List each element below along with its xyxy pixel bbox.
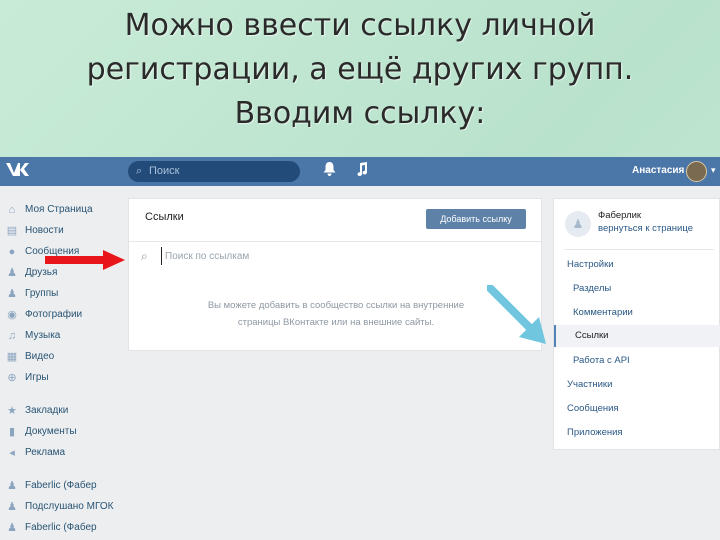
bell-icon[interactable] bbox=[323, 162, 336, 179]
divider bbox=[564, 249, 714, 250]
empty-state-line-1: Вы можете добавить в сообщество ссылки н… bbox=[207, 300, 465, 311]
sidebar-item-label: Документы bbox=[25, 426, 77, 437]
menu-item-sections[interactable]: Разделы bbox=[573, 283, 611, 294]
sidebar-item-community-3[interactable]: ♟ Faberlic (Фабер bbox=[0, 517, 120, 538]
menu-item-members[interactable]: Участники bbox=[567, 379, 612, 390]
community-header: ♟ Фаберлик вернуться к странице bbox=[554, 199, 720, 249]
groups-icon: ♟ bbox=[565, 211, 591, 237]
vk-screenshot: ⌕ Поиск Анастасия ▾ ⌂ Моя Страница ▤ Новос… bbox=[0, 157, 720, 540]
video-icon: ▦ bbox=[6, 351, 18, 363]
menu-item-links[interactable]: Ссылки bbox=[554, 325, 720, 347]
sidebar-item-my-page[interactable]: ⌂ Моя Страница bbox=[0, 199, 120, 220]
sidebar-item-label: Игры bbox=[25, 372, 49, 383]
groups-icon: ♟ bbox=[7, 288, 17, 300]
sidebar-item-music[interactable]: ♫ Музыка bbox=[0, 325, 120, 346]
groups-icon: ♟ bbox=[7, 522, 17, 534]
sidebar-item-label: Музыка bbox=[25, 330, 61, 341]
home-icon: ⌂ bbox=[8, 203, 16, 216]
search-placeholder: Поиск bbox=[149, 165, 180, 177]
news-icon: ▤ bbox=[6, 225, 18, 237]
person-icon: ♟ bbox=[7, 267, 17, 279]
groups-icon: ♟ bbox=[7, 501, 17, 513]
slide-title-line-2: регистрации, а ещё других групп. bbox=[86, 52, 634, 87]
slide-title: Можно ввести ссылку личной регистрации, … bbox=[0, 4, 720, 136]
sidebar-item-label: Faberlic (Фабер bbox=[25, 522, 97, 533]
back-to-page-link[interactable]: вернуться к странице bbox=[598, 223, 693, 234]
document-icon: ▮ bbox=[8, 426, 16, 438]
slide-title-line-1: Можно ввести ссылку личной bbox=[124, 8, 596, 43]
groups-icon: ♟ bbox=[7, 480, 17, 492]
sidebar-item-bookmarks[interactable]: ★ Закладки bbox=[0, 400, 120, 421]
sidebar-item-video[interactable]: ▦ Видео bbox=[0, 346, 120, 367]
search-input[interactable]: ⌕ Поиск bbox=[128, 161, 300, 182]
settings-panel: ♟ Фаберлик вернуться к странице Настройк… bbox=[553, 198, 720, 450]
music-icon[interactable] bbox=[356, 162, 368, 179]
search-icon: ⌕ bbox=[141, 249, 148, 263]
sidebar-item-games[interactable]: ⊕ Игры bbox=[0, 367, 120, 388]
menu-item-api[interactable]: Работа с API bbox=[573, 355, 630, 366]
community-name[interactable]: Фаберлик bbox=[598, 210, 641, 221]
sidebar-item-label: Закладки bbox=[25, 405, 69, 416]
add-link-button[interactable]: Добавить ссылку bbox=[426, 209, 526, 229]
menu-item-comments[interactable]: Комментарии bbox=[573, 307, 633, 318]
slide-title-line-3: Вводим ссылку: bbox=[234, 96, 486, 131]
sidebar-item-ads[interactable]: ◂ Реклама bbox=[0, 442, 120, 463]
sidebar-item-photos[interactable]: ◉ Фотографии bbox=[0, 304, 120, 325]
sidebar-item-label: Faberlic (Фабер bbox=[25, 480, 97, 491]
sidebar-item-label: Группы bbox=[25, 288, 59, 299]
sidebar-item-community-1[interactable]: ♟ Faberlic (Фабер bbox=[0, 475, 120, 496]
music-icon: ♫ bbox=[7, 329, 17, 342]
sidebar-item-label: Моя Страница bbox=[25, 204, 93, 215]
sidebar-item-news[interactable]: ▤ Новости bbox=[0, 220, 120, 241]
user-avatar[interactable] bbox=[686, 161, 707, 182]
chevron-down-icon[interactable]: ▾ bbox=[711, 165, 716, 176]
ads-icon: ◂ bbox=[9, 447, 15, 459]
messages-icon: ● bbox=[8, 245, 16, 258]
link-search-input[interactable] bbox=[161, 247, 531, 265]
red-arrow-icon bbox=[45, 250, 125, 270]
camera-icon: ◉ bbox=[7, 309, 17, 321]
search-icon: ⌕ bbox=[136, 165, 143, 177]
empty-state-line-2: страницы ВКонтакте или на внешние сайты. bbox=[237, 317, 435, 328]
sidebar-item-groups[interactable]: ♟ Группы bbox=[0, 283, 120, 304]
sidebar-item-community-2[interactable]: ♟ Подслушано МГОК bbox=[0, 496, 120, 517]
page-title: Ссылки bbox=[145, 211, 184, 223]
sidebar-item-label: Новости bbox=[25, 225, 64, 236]
top-bar: ⌕ Поиск Анастасия ▾ bbox=[0, 157, 720, 186]
sidebar-item-label: Реклама bbox=[25, 447, 66, 458]
cyan-arrow-icon bbox=[487, 285, 546, 344]
vk-logo-icon[interactable] bbox=[6, 162, 30, 182]
sidebar-item-label: Подслушано МГОК bbox=[25, 501, 114, 512]
menu-item-messages[interactable]: Сообщения bbox=[567, 403, 619, 414]
gamepad-icon: ⊕ bbox=[7, 372, 17, 384]
menu-item-apps[interactable]: Приложения bbox=[567, 427, 623, 438]
sidebar-item-label: Видео bbox=[25, 351, 55, 362]
menu-item-settings[interactable]: Настройки bbox=[567, 259, 614, 270]
divider bbox=[129, 241, 541, 242]
links-card: Ссылки Добавить ссылку ⌕ Вы можете добав… bbox=[128, 198, 542, 351]
user-name[interactable]: Анастасия bbox=[632, 165, 684, 176]
sidebar-divider bbox=[0, 463, 120, 475]
sidebar-item-documents[interactable]: ▮ Документы bbox=[0, 421, 120, 442]
sidebar-divider bbox=[0, 388, 120, 400]
sidebar-item-label: Фотографии bbox=[25, 309, 83, 320]
empty-state-text: Вы можете добавить в сообщество ссылки н… bbox=[169, 297, 503, 331]
star-icon: ★ bbox=[7, 405, 17, 417]
